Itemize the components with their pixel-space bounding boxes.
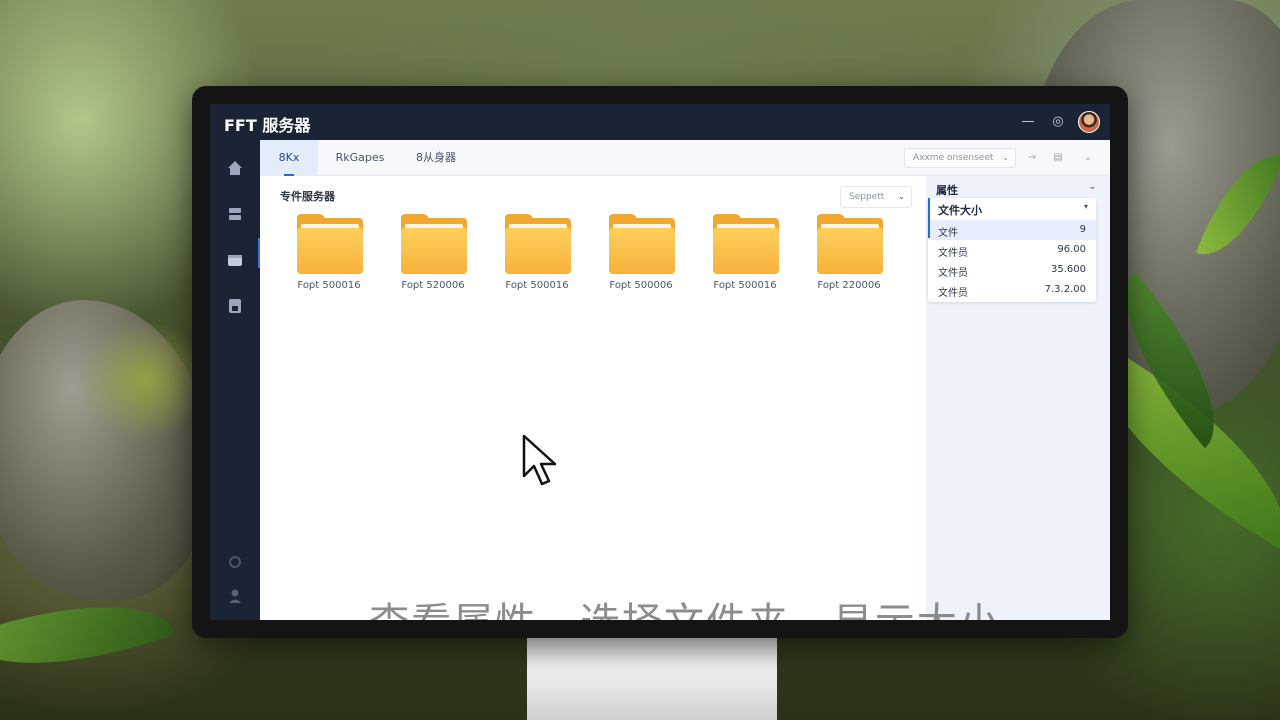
help-icon[interactable]: ◎ [1048, 112, 1068, 132]
properties-title: 属性 [936, 184, 958, 197]
main-content: 8Kx RkGapes 8从身器 Axxme onsenseet ⌄ → ▤ ⌄… [260, 140, 1110, 620]
folder-icon [297, 214, 363, 274]
background-moss [80, 320, 210, 440]
tab-2[interactable]: RkGapes [328, 140, 392, 176]
home-icon[interactable] [225, 158, 245, 178]
property-key: 文件 [938, 228, 958, 239]
title-bar: FFT 服务器 — ◎ [210, 104, 1110, 140]
property-key: 文件员 [938, 288, 968, 299]
folder-item[interactable]: Fopt 500006 [596, 214, 686, 298]
property-row[interactable]: 文件员 35.600 [930, 260, 1096, 280]
toolbar-select[interactable]: Axxme onsenseet ⌄ [904, 148, 1016, 168]
caption-overlay: 查看属性 选择文件夹 显示大小 [260, 590, 1110, 620]
disk-icon[interactable] [225, 296, 245, 316]
property-value: 9 [1079, 224, 1086, 235]
monitor-stand [527, 636, 777, 720]
user-icon[interactable] [225, 586, 245, 606]
folder-icon [713, 214, 779, 274]
folder-item[interactable]: Fopt 500016 [492, 214, 582, 298]
property-row[interactable]: 文件员 7.3.2.00 [930, 280, 1096, 300]
settings-icon[interactable] [225, 552, 245, 572]
property-row[interactable]: 文件员 96.00 [930, 240, 1096, 260]
folder-label: Fopt 500016 [505, 280, 569, 291]
folder-item[interactable]: Fopt 520006 [388, 214, 478, 298]
search-select-text: Seppett [849, 192, 885, 202]
toolbar-select-text: Axxme onsenseet [913, 153, 994, 163]
folder-label: Fopt 520006 [401, 280, 465, 291]
property-value: 96.00 [1057, 244, 1086, 255]
avatar[interactable] [1078, 111, 1100, 133]
caption-part: 显示大小 [833, 600, 1001, 620]
folder-icon [609, 214, 675, 274]
list-icon[interactable]: ▤ [1050, 150, 1066, 166]
sidebar [210, 140, 260, 620]
folder-label: Fopt 500016 [713, 280, 777, 291]
storage-icon[interactable] [225, 250, 245, 270]
folder-label: Fopt 500006 [609, 280, 673, 291]
chevron-down-icon[interactable]: ⌄ [1080, 150, 1096, 166]
section-title: 专件服务器 [280, 190, 335, 203]
folder-icon [817, 214, 883, 274]
folder-icon [505, 214, 571, 274]
properties-header[interactable]: 属性 ⌄ [936, 182, 1096, 198]
folder-item[interactable]: Fopt 220006 [804, 214, 894, 298]
tab-bar: 8Kx RkGapes 8从身器 Axxme onsenseet ⌄ → ▤ ⌄ [260, 140, 1110, 176]
minimize-button[interactable]: — [1018, 112, 1038, 132]
monitor: FFT 服务器 — ◎ 8Kx RkGapes 8从身器 Axxme onsen… [192, 86, 1128, 638]
server-icon[interactable] [225, 204, 245, 224]
arrow-icon[interactable]: → [1024, 150, 1040, 166]
property-key: 文件员 [938, 248, 968, 259]
property-row[interactable]: 文件 9 [930, 220, 1096, 240]
caret-down-icon: ▾ [1083, 202, 1088, 211]
folder-item[interactable]: Fopt 500016 [700, 214, 790, 298]
property-key: 文件员 [938, 268, 968, 279]
search-select[interactable]: Seppett ⌄ [840, 186, 912, 208]
chevron-down-icon: ⌄ [898, 192, 905, 201]
tab-3[interactable]: 8从身器 [404, 140, 468, 176]
property-dropdown-label: 文件大小 [938, 204, 982, 217]
tab-1[interactable]: 8Kx [260, 140, 318, 176]
chevron-down-icon: ⌄ [1002, 153, 1009, 162]
property-value: 35.600 [1051, 264, 1086, 275]
folder-label: Fopt 500016 [297, 280, 361, 291]
property-dropdown[interactable]: 文件大小 ▾ [938, 202, 1088, 218]
chevron-down-icon: ⌄ [1088, 182, 1096, 192]
folder-icon [401, 214, 467, 274]
caption-part: 选择文件夹 [580, 600, 790, 620]
properties-card: 文件大小 ▾ 文件 9 文件员 96.00 文件员 35.600 文件员 7.3… [928, 198, 1096, 302]
folder-item[interactable]: Fopt 500016 [284, 214, 374, 298]
app-window: FFT 服务器 — ◎ 8Kx RkGapes 8从身器 Axxme onsen… [210, 104, 1110, 620]
mouse-pointer-icon [522, 434, 562, 494]
caption-part: 查看属性 [369, 600, 537, 620]
properties-panel: 属性 ⌄ 文件大小 ▾ 文件 9 文件员 96.00 文件员 35.600 文件… [926, 176, 1110, 620]
folder-label: Fopt 220006 [817, 280, 881, 291]
app-title: FFT 服务器 [224, 116, 311, 135]
property-value: 7.3.2.00 [1044, 284, 1086, 295]
